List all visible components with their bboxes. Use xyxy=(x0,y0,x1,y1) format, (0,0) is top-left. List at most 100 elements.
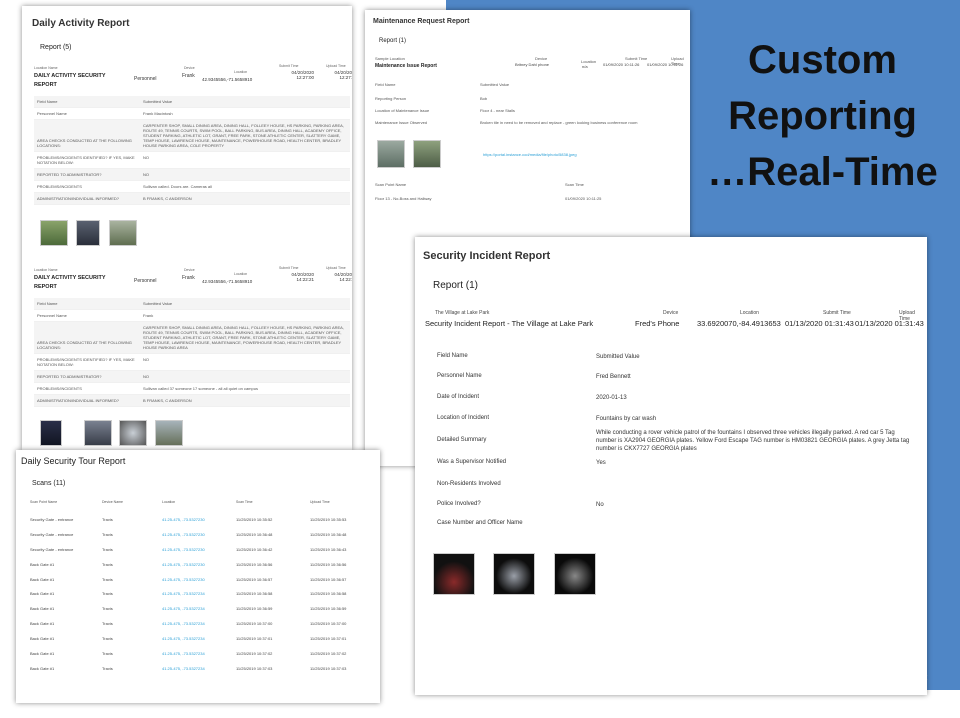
table-cell: 11/25/2019 10:35:53 xyxy=(310,516,347,522)
table-cell: 11/25/2019 10:36:48 xyxy=(236,531,273,537)
location-link[interactable]: 41.25-475, -73.5327234 xyxy=(162,621,236,626)
upload-time: 04/20/2020 12:27:59 xyxy=(334,70,352,80)
field-value: Frank xyxy=(143,313,154,318)
report-count: Report (1) xyxy=(433,280,479,291)
upload-time: 04/20/2020 14:22:23 xyxy=(334,272,352,282)
photo-thumbnail[interactable] xyxy=(155,420,184,446)
location-link[interactable]: 41.25-475, -73.5327234 xyxy=(162,606,236,611)
headline-line-1: Custom xyxy=(748,38,897,82)
photo-thumbnail[interactable] xyxy=(493,553,536,595)
location-link[interactable]: 41.25-475, -73.5327230 xyxy=(162,562,236,567)
submit-time: 04/20/2020 14:22:21 xyxy=(291,272,314,282)
location-value: n/a xyxy=(582,64,588,69)
submit-label: Submit Time xyxy=(279,266,299,270)
table-row: REPORTED TO ADMINISTRATOR? NO xyxy=(34,371,350,383)
report-count: Report (5) xyxy=(40,44,72,51)
field-name: Police Involved? xyxy=(437,501,481,507)
photo-thumbnail[interactable] xyxy=(40,420,62,446)
table-cell: 11/25/2019 10:37:02 xyxy=(310,650,347,656)
field-name: PROBLEMS/INCIDENTS xyxy=(37,386,82,391)
table-row: PROBLEMS/INCIDENTS Sullivan called. Doors… xyxy=(34,181,350,193)
location-link[interactable]: 41.25-475, -73.5327230 xyxy=(162,577,236,582)
report-table: Field Name Submitted Value Personnel Name… xyxy=(34,96,350,205)
scan-table-row: Floor 13 - No-Boss and Hallway 01/09/202… xyxy=(375,196,685,201)
field-value: Sullivan called 37 someone 17 someone - … xyxy=(143,386,258,391)
table-row: Field Name Submitted Value xyxy=(437,353,917,373)
table-cell: 11/25/2019 10:36:58 xyxy=(310,591,347,597)
location-link[interactable]: 41.25-475, -73.5327230 xyxy=(162,517,236,522)
report-table: Field Name Submitted Value Personnel Name… xyxy=(34,298,350,407)
photo-thumbnail[interactable] xyxy=(413,140,442,168)
table-row: Back Gate #1 Travis 41.25-475, -73.5327234… xyxy=(30,601,370,616)
photo-thumbnail[interactable] xyxy=(84,420,113,446)
upload-time: 01/09/2020 10:11:26 xyxy=(647,62,684,67)
table-cell: Back Gate #1 xyxy=(30,650,55,656)
field-value: Broken tile in need to be removed and re… xyxy=(480,120,638,125)
field-value: Submitted Value xyxy=(596,354,640,360)
submit-time: 01/09/2020 10:11:26 xyxy=(603,62,640,67)
field-name: Maintenance Issue Observed xyxy=(375,120,428,125)
headline-line-2: Reporting xyxy=(728,94,917,138)
field-value: Frank Macintosh xyxy=(143,111,173,116)
field-value: NO xyxy=(143,155,149,160)
field-name: Field Name xyxy=(437,353,468,359)
field-value: Floor 4 - near Stalls xyxy=(480,108,515,113)
device-label: Device xyxy=(184,268,195,272)
report-header: Location Name DAILY ACTIVITY SECURITY RE… xyxy=(34,62,352,92)
table-cell: Security Gate - entrance xyxy=(30,546,74,552)
table-row: Field Name Submitted Value xyxy=(34,298,350,310)
location-link[interactable]: 41.25-475, -73.5327230 xyxy=(162,532,236,537)
field-name: Location of Incident xyxy=(437,415,490,421)
table-cell: Back Gate #1 xyxy=(30,591,55,597)
submit-time: 01/13/2020 01:31:43 xyxy=(785,319,854,328)
field-name: Non-Residents Involved xyxy=(437,481,501,487)
photo-thumbnail[interactable] xyxy=(108,220,137,246)
column-header: Upload Time xyxy=(310,500,330,504)
photo-thumbnail[interactable] xyxy=(377,140,405,168)
table-cell: 11/25/2019 10:37:02 xyxy=(236,650,273,656)
card-title: Daily Security Tour Report xyxy=(21,456,126,466)
location-link[interactable]: 41.25-475, -73.5327230 xyxy=(162,547,236,552)
scan-time-header: Scan Time xyxy=(565,182,584,187)
location-link[interactable]: 41.25-475, -73.5327234 xyxy=(162,591,236,596)
column-header: Location xyxy=(162,500,176,504)
attachment-link[interactable]: https://portal.instance.cod/media/file/p… xyxy=(483,152,577,157)
table-row: Case Number and Officer Name xyxy=(437,520,917,540)
table-cell: Travis xyxy=(102,621,113,627)
table-row: Back Gate #1 Travis 41.25-475, -73.5327230… xyxy=(30,572,370,587)
table-row: Location of Incident Fountains by car was… xyxy=(437,415,917,429)
photo-thumbnail[interactable] xyxy=(433,553,475,595)
upload-time: 01/13/2020 01:31:43 xyxy=(855,319,924,328)
table-row: AREA CHECKS CONDUCTED AT THE FOLLOWING L… xyxy=(34,322,350,354)
scan-table-header: Scan Point Name Scan Time xyxy=(375,182,685,187)
report-name: DAILY ACTIVITY SECURITY REPORT xyxy=(34,275,106,290)
table-row: Back Gate #1 Travis 41.25-475, -73.5327234… xyxy=(30,586,370,601)
field-name: AREA CHECKS CONDUCTED AT THE FOLLOWING L… xyxy=(37,138,132,148)
report-name: Security Incident Report - The Village a… xyxy=(425,319,594,328)
location-label: Location Name xyxy=(34,66,58,70)
photo-thumbnail[interactable] xyxy=(553,553,596,595)
column-header: Scan Time xyxy=(236,500,253,504)
table-row: PROBLEMS/INCIDENTS IDENTIFIED? IF YES, M… xyxy=(34,354,350,371)
location-link[interactable]: 41.25-475, -73.5327234 xyxy=(162,651,236,656)
report-table: Field Name Submitted Value Reporting Pers… xyxy=(375,82,685,132)
field-name: ADMINISTRATION/INDIVIDUAL INFORMED? xyxy=(37,398,120,403)
table-cell: Travis xyxy=(102,546,113,552)
field-name: Personnel Name xyxy=(437,373,482,379)
field-value: Bob xyxy=(480,96,488,101)
table-cell: Security Gate - entrance xyxy=(30,531,74,537)
location-link[interactable]: 41.25-475, -73.5327234 xyxy=(162,666,236,671)
table-cell: 11/25/2019 10:36:43 xyxy=(310,546,347,552)
table-row: Back Gate #1 Travis 41.25-475, -73.5327234… xyxy=(30,661,370,676)
table-cell: Back Gate #1 xyxy=(30,576,55,582)
photo-thumbnail[interactable] xyxy=(118,420,147,446)
photo-thumbnail[interactable] xyxy=(76,220,101,246)
report-header: The Village at Lake Park Security Incide… xyxy=(425,310,925,340)
field-name: REPORTED TO ADMINISTRATOR? xyxy=(37,172,102,177)
report-count: Report (1) xyxy=(379,38,407,44)
location-link[interactable]: 41.25-475, -73.5327234 xyxy=(162,636,236,641)
field-value: Fountains by car wash xyxy=(596,416,657,422)
table-cell: Back Gate #1 xyxy=(30,621,55,627)
photo-thumbnail[interactable] xyxy=(40,220,68,246)
table-cell: 11/25/2019 10:37:03 xyxy=(310,665,347,671)
